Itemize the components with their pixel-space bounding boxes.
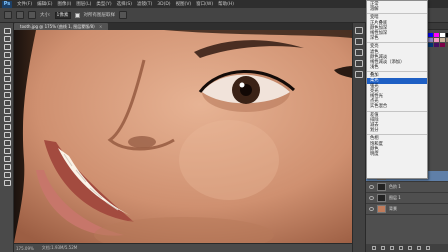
- link-layers-icon[interactable]: [372, 246, 376, 250]
- blend-mode-option[interactable]: 溶解: [367, 7, 427, 12]
- lasso-tool-icon[interactable]: [2, 43, 11, 50]
- sample-all-layers-label: 对所有图层取样: [83, 13, 116, 18]
- color-swatch[interactable]: [434, 38, 439, 42]
- shape-tool-icon[interactable]: [2, 163, 11, 170]
- document-tab-label: tooth.jpg @ 175% (曲线 1, 图层蒙版/8): [20, 24, 95, 29]
- color-swatch[interactable]: [428, 38, 433, 42]
- menu-item[interactable]: 选择(S): [117, 1, 132, 7]
- layer-style-icon[interactable]: [381, 246, 385, 250]
- menu-item[interactable]: 图像(I): [57, 1, 71, 7]
- sample-size-field[interactable]: 1像素: [54, 11, 71, 19]
- status-bar: 175.09% 文档:1.93M/5.52M: [14, 243, 352, 252]
- menu-item[interactable]: 编辑(E): [37, 1, 52, 7]
- clone-stamp-icon[interactable]: [2, 91, 11, 98]
- sample-all-layers-checkbox[interactable]: [74, 12, 80, 18]
- document-tab[interactable]: tooth.jpg @ 175% (曲线 1, 图层蒙版/8) ×: [14, 23, 109, 30]
- color-swatch[interactable]: [440, 38, 445, 42]
- layer-name: 背景: [389, 206, 397, 211]
- brush-add-button[interactable]: [28, 11, 36, 19]
- pen-tool-icon[interactable]: [2, 139, 11, 146]
- new-group-icon[interactable]: [408, 246, 412, 250]
- trash-icon[interactable]: [426, 246, 430, 250]
- marquee-tool-icon[interactable]: [2, 35, 11, 42]
- layer-row[interactable]: 背景: [366, 204, 448, 215]
- menu-item[interactable]: 类型(Y): [96, 1, 111, 7]
- portrait-photo: [14, 30, 352, 243]
- color-swatch[interactable]: [440, 43, 445, 47]
- move-tool-icon[interactable]: [2, 27, 11, 34]
- dodge-tool-icon[interactable]: [2, 131, 11, 138]
- layer-name: 色阶 1: [389, 184, 401, 189]
- eraser-tool-icon[interactable]: [2, 107, 11, 114]
- menu-item[interactable]: 图层(L): [76, 1, 91, 7]
- adjustment-layer-icon[interactable]: [399, 246, 403, 250]
- sample-size-label: 大小:: [40, 13, 51, 18]
- blur-tool-icon[interactable]: [2, 123, 11, 130]
- menu-item[interactable]: 窗口(W): [196, 1, 213, 7]
- layers-panel: 曲线 1 色阶 1 图层 1 背景: [366, 171, 448, 252]
- color-swatch[interactable]: [434, 33, 439, 37]
- layers-panel-footer: [366, 244, 448, 252]
- history-panel-icon[interactable]: [355, 27, 363, 34]
- character-panel-icon[interactable]: [355, 60, 363, 67]
- crop-tool-icon[interactable]: [2, 59, 11, 66]
- hand-tool-icon[interactable]: [2, 171, 11, 178]
- layer-thumbnail: [377, 194, 386, 202]
- add-mask-icon[interactable]: [390, 246, 394, 250]
- history-brush-icon[interactable]: [2, 99, 11, 106]
- blend-mode-option[interactable]: 实色混合: [367, 104, 427, 109]
- color-swatch[interactable]: [428, 43, 433, 47]
- layer-row[interactable]: 色阶 1: [366, 182, 448, 193]
- gradient-tool-icon[interactable]: [2, 115, 11, 122]
- visibility-eye-icon[interactable]: [369, 185, 374, 189]
- blend-mode-option[interactable]: 浅色: [367, 65, 427, 70]
- zoom-tool-icon[interactable]: [2, 179, 11, 186]
- document-size: 文档:1.93M/5.52M: [41, 245, 78, 250]
- brush-mode-button[interactable]: [16, 11, 24, 19]
- panel-icon-strip: [352, 23, 365, 252]
- menu-item[interactable]: 视图(V): [176, 1, 192, 7]
- color-swatch[interactable]: [440, 33, 445, 37]
- healing-brush-icon[interactable]: [2, 75, 11, 82]
- color-swatch[interactable]: [428, 33, 433, 37]
- close-icon[interactable]: ×: [99, 24, 102, 29]
- color-swatch[interactable]: [434, 43, 439, 47]
- paragraph-panel-icon[interactable]: [355, 71, 363, 78]
- quick-select-tool-icon[interactable]: [2, 51, 11, 58]
- path-select-tool-icon[interactable]: [2, 155, 11, 162]
- layer-thumbnail: [377, 205, 386, 213]
- tools-panel: [0, 23, 14, 252]
- refine-edge-button[interactable]: [119, 11, 128, 19]
- properties-panel-icon[interactable]: [355, 38, 363, 45]
- layer-row[interactable]: 图层 1: [366, 193, 448, 204]
- document-canvas[interactable]: [14, 30, 352, 243]
- eyedropper-tool-icon[interactable]: [2, 67, 11, 74]
- zoom-level[interactable]: 175.09%: [16, 246, 34, 251]
- blend-mode-dropdown: 正常 溶解 变暗 正片叠底 颜色加深 线性加深 深色 变亮 滤色 颜色减淡 线性减淡（添加） 浅色 叠加…: [366, 0, 428, 179]
- brush-panel-icon[interactable]: [355, 49, 363, 56]
- document-tab-bar: tooth.jpg @ 175% (曲线 1, 图层蒙版/8) ×: [14, 23, 366, 30]
- menu-item[interactable]: 文件(F): [17, 1, 32, 7]
- visibility-eye-icon[interactable]: [369, 196, 374, 200]
- layer-thumbnail: [377, 183, 386, 191]
- type-tool-icon[interactable]: [2, 147, 11, 154]
- tool-preset-button[interactable]: [4, 11, 12, 19]
- blend-mode-option[interactable]: 明度: [367, 152, 427, 157]
- blend-mode-option[interactable]: 深色: [367, 36, 427, 41]
- layer-name: 图层 1: [389, 195, 401, 200]
- photoshop-window: Ps 文件(F) 编辑(E) 图像(I) 图层(L) 类型(Y) 选择(S) 滤镜(T) 3D…: [0, 0, 448, 252]
- menu-item[interactable]: 滤镜(T): [137, 1, 152, 7]
- new-layer-icon[interactable]: [417, 246, 421, 250]
- visibility-eye-icon[interactable]: [369, 207, 374, 211]
- blend-mode-option[interactable]: 划分: [367, 128, 427, 133]
- photoshop-logo: Ps: [2, 0, 12, 8]
- menu-item[interactable]: 帮助(H): [218, 1, 234, 7]
- menu-item[interactable]: 3D(D): [157, 2, 170, 7]
- brush-tool-icon[interactable]: [2, 83, 11, 90]
